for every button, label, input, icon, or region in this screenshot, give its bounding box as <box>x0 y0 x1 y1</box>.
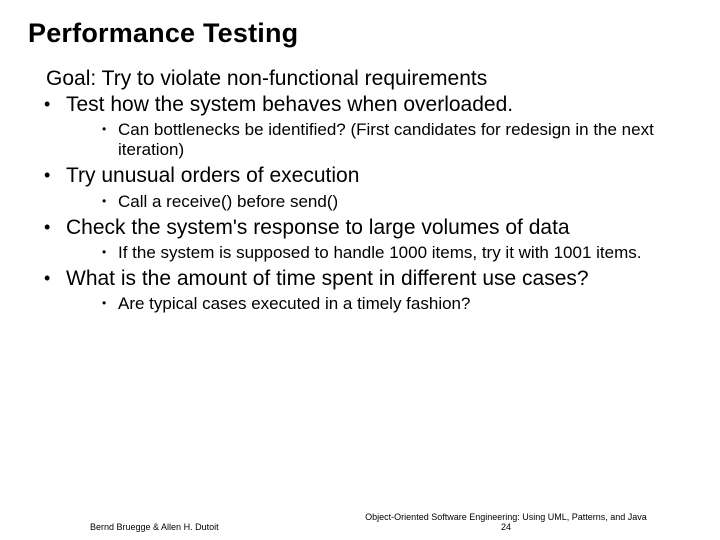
list-item: Are typical cases executed in a timely f… <box>102 294 692 314</box>
footer-authors: Bernd Bruegge & Allen H. Dutoit <box>90 522 219 532</box>
list-item: Call a receive() before send() <box>102 192 692 212</box>
slide-body: Goal: Try to violate non-functional requ… <box>28 67 692 314</box>
sub-bullet-text: Can bottlenecks be identified? (First ca… <box>118 120 654 159</box>
list-item: What is the amount of time spent in diff… <box>44 267 692 314</box>
bullet-text: Check the system's response to large vol… <box>66 216 570 239</box>
list-item: Try unusual orders of execution Call a r… <box>44 164 692 211</box>
sub-list: Call a receive() before send() <box>66 192 692 212</box>
sub-list: Can bottlenecks be identified? (First ca… <box>66 120 692 160</box>
list-item: Can bottlenecks be identified? (First ca… <box>102 120 692 160</box>
bullet-text: Try unusual orders of execution <box>66 164 359 187</box>
bullet-text: Test how the system behaves when overloa… <box>66 93 513 116</box>
sub-bullet-text: Call a receive() before send() <box>118 192 338 211</box>
slide: Performance Testing Goal: Try to violate… <box>0 0 720 540</box>
list-item: If the system is supposed to handle 1000… <box>102 243 692 263</box>
list-item: Test how the system behaves when overloa… <box>44 93 692 160</box>
footer-book: Object-Oriented Software Engineering: Us… <box>320 512 692 532</box>
bullet-list: Test how the system behaves when overloa… <box>28 93 692 314</box>
sub-bullet-text: Are typical cases executed in a timely f… <box>118 294 470 313</box>
sub-list: If the system is supposed to handle 1000… <box>66 243 692 263</box>
bullet-text: What is the amount of time spent in diff… <box>66 267 589 290</box>
footer-page-number: 24 <box>501 522 511 532</box>
footer-book-title: Object-Oriented Software Engineering: Us… <box>365 512 647 522</box>
sub-bullet-text: If the system is supposed to handle 1000… <box>118 243 641 262</box>
sub-list: Are typical cases executed in a timely f… <box>66 294 692 314</box>
slide-title: Performance Testing <box>28 18 692 49</box>
list-item: Check the system's response to large vol… <box>44 216 692 263</box>
goal-line: Goal: Try to violate non-functional requ… <box>28 67 692 91</box>
